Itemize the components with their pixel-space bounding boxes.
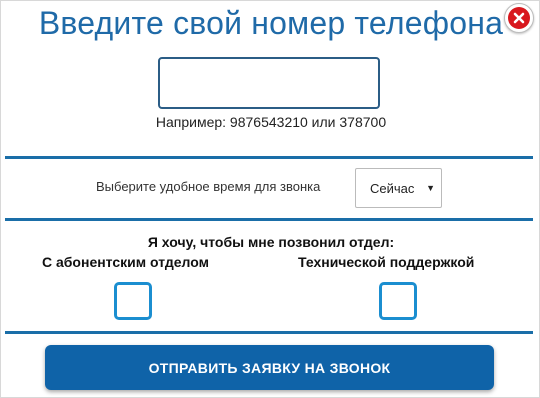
callback-dialog: Введите свой номер телефона Например: 98… [0,0,540,398]
department-label-support: Технической поддержкой [298,254,475,270]
divider [5,156,533,159]
department-title: Я хочу, чтобы мне позвонил отдел: [147,234,395,250]
checkbox-subscriber-department[interactable] [114,282,152,320]
close-x-icon [508,7,530,29]
time-select[interactable]: Сейчас ▼ [355,168,442,208]
chevron-down-icon: ▼ [426,183,435,193]
divider [5,331,533,334]
close-button[interactable] [504,3,534,33]
divider [5,218,533,221]
dialog-title: Введите свой номер телефона [38,5,504,41]
department-label-subscriber: С абонентским отделом [42,254,209,270]
checkbox-technical-support[interactable] [379,282,417,320]
phone-input[interactable] [158,57,380,109]
time-label: Выберите удобное время для звонка [96,179,321,194]
phone-hint: Например: 9876543210 или 378700 [155,114,387,130]
submit-callback-button[interactable]: ОТПРАВИТЬ ЗАЯВКУ НА ЗВОНОК [45,345,494,390]
time-select-value: Сейчас [370,180,415,196]
